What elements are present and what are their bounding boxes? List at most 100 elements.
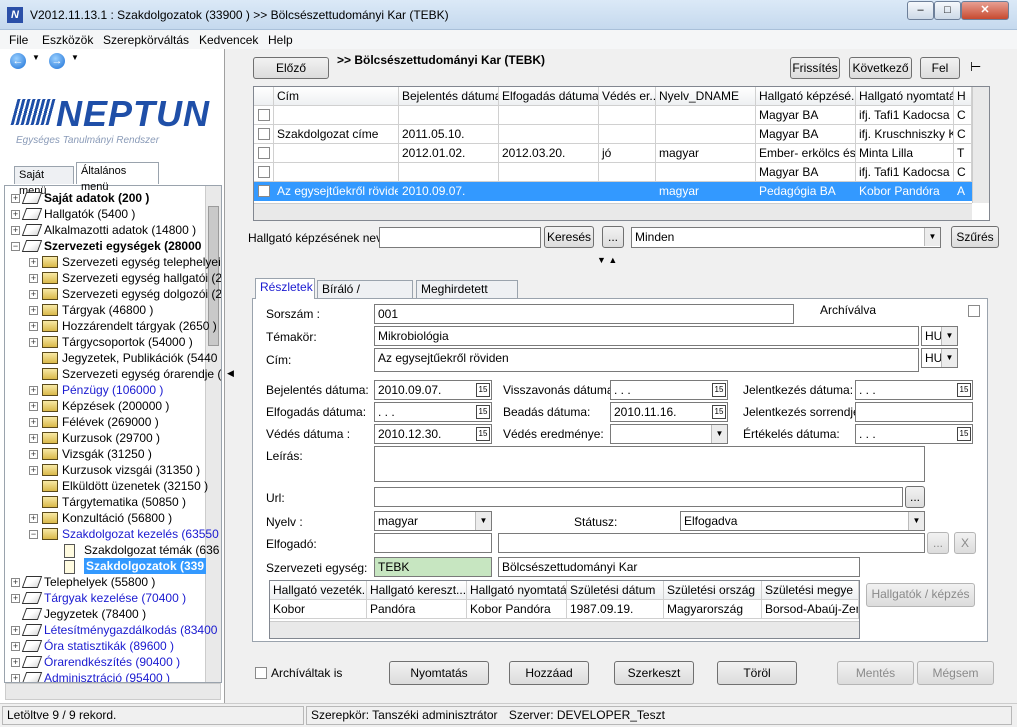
table-cell[interactable]: magyar — [656, 182, 756, 201]
temakor-field[interactable]: Mikrobiológia — [374, 326, 919, 346]
table-cell[interactable] — [399, 163, 499, 182]
menu-file[interactable]: File — [9, 33, 28, 47]
table-cell[interactable]: 2012.03.20. — [499, 144, 599, 163]
tab-meghirdetett-temak[interactable]: Meghirdetett témák — [416, 280, 518, 312]
bejelentes-date[interactable]: 2010.09.07. 15 — [374, 380, 492, 400]
table-cell[interactable] — [499, 106, 599, 125]
expand-icon[interactable]: + — [29, 322, 38, 331]
grid-column-header[interactable]: Nyelv_DNAME — [656, 87, 756, 106]
table-cell[interactable]: T — [954, 144, 972, 163]
tree-item[interactable]: + Szervezeti egység dolgozói (2 — [5, 286, 221, 302]
table-cell[interactable] — [274, 106, 399, 125]
students-cell[interactable]: Borsod-Abaúj-Zemp — [762, 600, 859, 619]
collapse-arrow-icon[interactable]: ◀ — [227, 368, 234, 379]
students-cell[interactable]: Pandóra — [367, 600, 467, 619]
archivalva-checkbox[interactable] — [968, 305, 980, 317]
table-cell[interactable]: jó — [599, 144, 656, 163]
expand-icon[interactable]: + — [11, 210, 20, 219]
row-checkbox[interactable] — [258, 185, 270, 197]
table-cell[interactable] — [656, 106, 756, 125]
elfogado-browse-button[interactable]: ... — [927, 532, 949, 554]
table-cell[interactable] — [274, 144, 399, 163]
vedes-eredmeny-select[interactable]: ▼ — [610, 424, 728, 444]
expand-icon[interactable]: + — [29, 386, 38, 395]
table-cell[interactable] — [599, 182, 656, 201]
tree-item[interactable]: + Szervezeti egység telephelyei — [5, 254, 221, 270]
students-column-header[interactable]: Születési megye — [762, 581, 859, 600]
next-button[interactable]: Következő — [849, 57, 912, 79]
tree-item[interactable]: + Tárgyak (46800 ) — [5, 302, 205, 318]
tree-item[interactable]: Szervezeti egység órarendje ( — [5, 366, 221, 382]
pane-splitter[interactable]: ◀ — [226, 350, 236, 400]
table-cell[interactable]: ifj. Tafi1 Kadocsa — [856, 106, 954, 125]
expand-icon[interactable]: + — [11, 194, 20, 203]
archivaltak-checkbox[interactable] — [255, 667, 267, 679]
tree-item[interactable]: + Tárgycsoportok (54000 ) — [5, 334, 205, 350]
tree-item[interactable]: + Kurzusok vizsgái (31350 ) — [5, 462, 205, 478]
calendar-icon[interactable]: 15 — [476, 405, 490, 419]
print-button[interactable]: Nyomtatás — [389, 661, 489, 685]
expand-icon[interactable]: + — [11, 626, 20, 635]
table-cell[interactable]: Magyar BA — [756, 125, 856, 144]
cancel-button[interactable]: Mégsem — [917, 661, 994, 685]
students-column-header[interactable]: Születési dátum — [567, 581, 664, 600]
cim-lang-select[interactable]: HU ▼ — [921, 348, 958, 368]
table-cell[interactable]: Kobor Pandóra — [856, 182, 954, 201]
table-cell[interactable] — [599, 106, 656, 125]
table-cell[interactable] — [274, 163, 399, 182]
delete-button[interactable]: Töröl — [717, 661, 797, 685]
table-cell[interactable]: Minta Lilla — [856, 144, 954, 163]
table-row-checkbox-cell[interactable] — [254, 163, 274, 182]
table-row-checkbox-cell[interactable] — [254, 106, 274, 125]
tree-horizontal-scrollbar[interactable] — [5, 683, 221, 700]
table-row-checkbox-cell[interactable] — [254, 144, 274, 163]
tree-item[interactable]: + Konzultáció (56800 ) — [5, 510, 205, 526]
table-cell[interactable]: 2011.05.10. — [399, 125, 499, 144]
tree-item[interactable]: Szakdolgozatok (339 — [5, 558, 207, 574]
table-cell[interactable]: C — [954, 106, 972, 125]
tree-item[interactable]: + Hozzárendelt tárgyak (2650 ) — [5, 318, 217, 334]
table-cell[interactable] — [499, 125, 599, 144]
visszavonas-date[interactable]: . . . 15 — [610, 380, 728, 400]
menu-eszkozok[interactable]: Eszközök — [42, 33, 93, 47]
leiras-field[interactable] — [374, 446, 925, 482]
tree-item[interactable]: + Adminisztráció (95400 ) — [5, 670, 205, 682]
table-cell[interactable] — [599, 163, 656, 182]
previous-button[interactable]: Előző — [253, 57, 329, 79]
temakor-lang-select[interactable]: HU ▼ — [921, 326, 958, 346]
tree-item[interactable]: Tárgytematika (50850 ) — [5, 494, 205, 510]
add-button[interactable]: Hozzáad — [509, 661, 589, 685]
calendar-icon[interactable]: 15 — [957, 383, 971, 397]
tab-biralo-konzulens[interactable]: Bíráló / Konzulens — [317, 280, 413, 312]
back-arrow-icon[interactable]: ← — [10, 53, 26, 69]
table-cell[interactable]: Magyar BA — [756, 106, 856, 125]
save-button[interactable]: Mentés — [837, 661, 914, 685]
table-row-checkbox-cell[interactable] — [254, 182, 274, 201]
tree-item[interactable]: Jegyzetek, Publikációk (5440 — [5, 350, 217, 366]
table-cell[interactable]: magyar — [656, 144, 756, 163]
table-cell[interactable] — [499, 163, 599, 182]
pin-icon[interactable]: ⊢ — [970, 59, 981, 75]
calendar-icon[interactable]: 15 — [476, 427, 490, 441]
table-cell[interactable] — [656, 163, 756, 182]
tree-item[interactable]: Szakdolgozat témák (636 — [5, 542, 219, 558]
row-checkbox[interactable] — [258, 109, 270, 121]
expand-icon[interactable]: + — [11, 594, 20, 603]
elfogado-code-field[interactable] — [374, 533, 492, 553]
expand-icon[interactable]: + — [11, 578, 20, 587]
table-cell[interactable]: ifj. Tafi1 Kadocsa — [856, 163, 954, 182]
beadas-date[interactable]: 2010.11.16. 15 — [610, 402, 728, 422]
expand-icon[interactable]: + — [11, 226, 20, 235]
expand-icon[interactable]: + — [29, 258, 38, 267]
grid-column-header[interactable]: Hallgató nyomtatá... — [856, 87, 954, 106]
cim-field[interactable]: Az egysejtűekről röviden — [374, 348, 919, 372]
forward-dropdown-icon[interactable]: ▼ — [71, 53, 79, 62]
menu-kedvencek[interactable]: Kedvencek — [199, 33, 258, 47]
filter-button[interactable]: Szűrés — [951, 226, 999, 248]
table-cell[interactable]: Szakdolgozat címe — [274, 125, 399, 144]
calendar-icon[interactable]: 15 — [476, 383, 490, 397]
filter-dots-button[interactable]: ... — [602, 226, 624, 248]
table-cell[interactable]: 2010.09.07. — [399, 182, 499, 201]
elfogadas-date[interactable]: . . . 15 — [374, 402, 492, 422]
calendar-icon[interactable]: 15 — [712, 383, 726, 397]
